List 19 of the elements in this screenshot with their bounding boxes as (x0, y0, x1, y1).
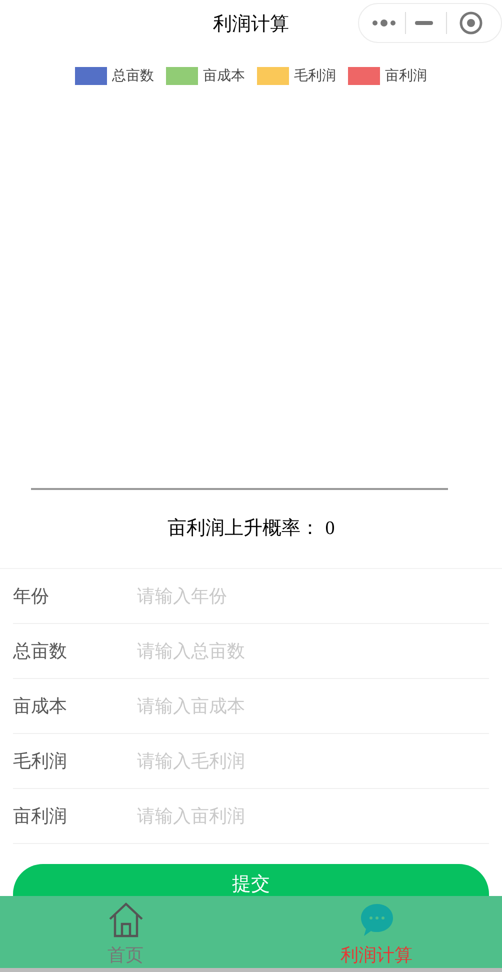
minimize-icon[interactable] (414, 20, 434, 26)
field-label: 总亩数 (13, 640, 68, 662)
legend-label[interactable]: 毛利润 (294, 65, 336, 86)
more-icon[interactable] (371, 18, 397, 28)
target-icon[interactable] (459, 11, 483, 35)
home-icon (108, 902, 144, 938)
field-label: 亩利润 (13, 804, 68, 828)
tab-label: 利润计算 (340, 944, 412, 966)
field-label: 亩成本 (13, 694, 68, 718)
chat-bubble-icon (358, 902, 394, 938)
probability-label: 亩利润上升概率： (167, 516, 320, 541)
window-title: 利润计算 (213, 12, 289, 37)
probability-value: 0 (325, 516, 335, 541)
tab-label: 首页 (108, 944, 144, 966)
legend-label[interactable]: 总亩数 (112, 65, 154, 86)
field-label: 毛利润 (13, 750, 68, 772)
field-label: 年份 (13, 584, 50, 608)
legend-label[interactable]: 亩利润 (385, 65, 427, 86)
legend-label[interactable]: 亩成本 (203, 65, 245, 86)
